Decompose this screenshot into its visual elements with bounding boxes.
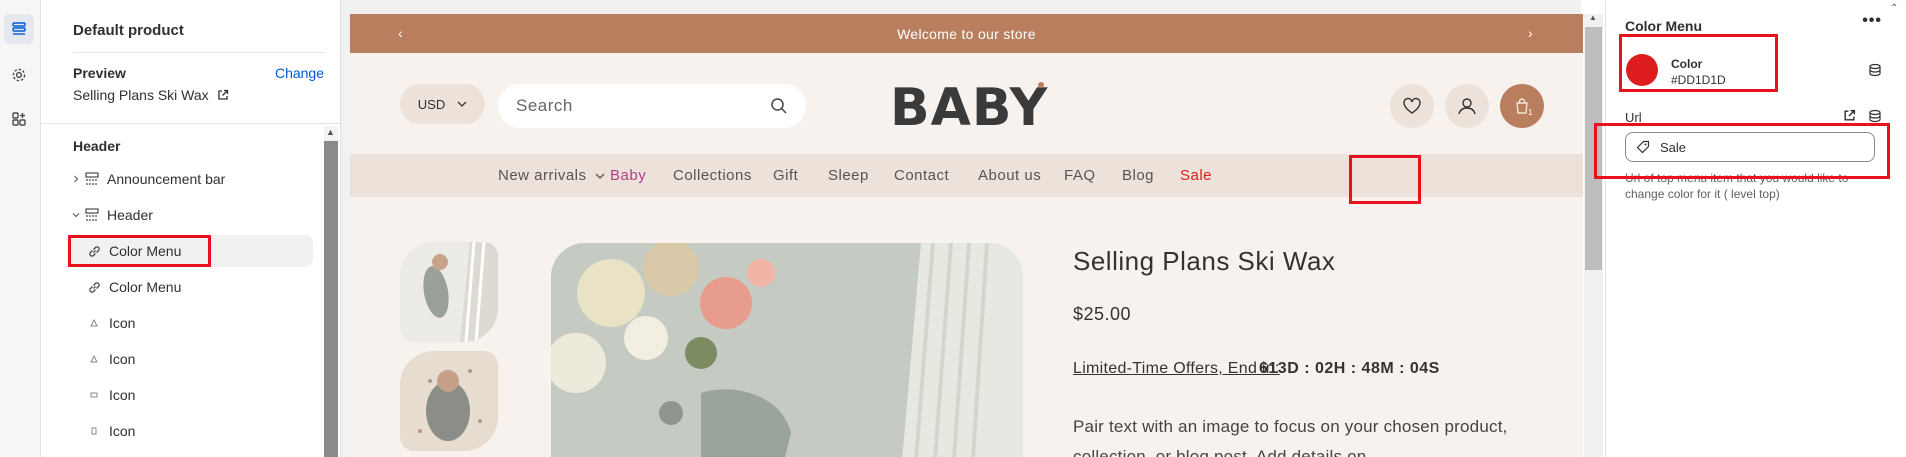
chevron-left-icon[interactable]: ‹ [398, 25, 403, 41]
preview-product[interactable]: Selling Plans Ski Wax [73, 87, 229, 103]
block-icon [85, 354, 103, 364]
scroll-up-arrow-icon[interactable]: ⌃ [1890, 3, 1898, 14]
search-icon[interactable] [770, 97, 788, 115]
highlight-box [1349, 155, 1421, 204]
offer-countdown-label: Limited-Time Offers, End in: [1073, 360, 1280, 377]
sidebar-item-color-menu[interactable]: Color Menu [69, 271, 313, 303]
sidebar-scrollbar-thumb[interactable] [324, 141, 338, 457]
change-link[interactable]: Change [275, 65, 324, 81]
chevron-right-icon[interactable] [69, 175, 83, 183]
user-icon [1458, 98, 1476, 115]
nav-item-new-arrivals[interactable]: New arrivals [498, 167, 605, 184]
logo-dot [1038, 82, 1044, 88]
template-title: Default product [73, 22, 184, 39]
scroll-up-arrow-icon[interactable]: ▲ [326, 127, 335, 137]
search-placeholder: Search [516, 96, 573, 115]
store-logo[interactable]: BABY [890, 78, 1048, 138]
heart-icon [1403, 97, 1421, 114]
external-link-icon [218, 89, 228, 100]
nav-item-collections[interactable]: Collections [673, 167, 752, 184]
sidebar-item-label: Icon [109, 423, 136, 439]
nav-item-faq[interactable]: FAQ [1064, 167, 1096, 184]
nav-item-sale[interactable]: Sale [1180, 167, 1212, 184]
divider [73, 52, 324, 53]
sections-icon[interactable] [4, 14, 34, 44]
product-price: $25.00 [1073, 304, 1132, 324]
nav-item-sleep[interactable]: Sleep [828, 167, 869, 184]
offer-countdown-timer: 613D : 02H : 48M : 04S [1259, 360, 1440, 377]
sidebar-item-announcement-bar[interactable]: Announcement bar [69, 163, 313, 195]
more-options-icon[interactable]: ••• [1862, 12, 1882, 30]
block-icon [85, 390, 103, 400]
nav-item-label: New arrivals [498, 167, 587, 184]
nav-item-blog[interactable]: Blog [1122, 167, 1154, 184]
sidebar-item-header[interactable]: Header [69, 199, 313, 231]
sidebar-item-label: Header [107, 207, 153, 223]
scroll-up-arrow-icon[interactable]: ▲ [1589, 13, 1597, 22]
highlight-box [1619, 34, 1778, 92]
nav-item-baby[interactable]: Baby [610, 167, 646, 184]
account-button[interactable] [1445, 84, 1489, 128]
chevron-right-icon[interactable]: › [1528, 25, 1533, 41]
cart-button[interactable]: 1 [1500, 84, 1544, 128]
storefront: Welcome to our store ‹ › USD Search BABY [350, 14, 1583, 457]
wishlist-button[interactable] [1390, 84, 1434, 128]
sidebar-item-icon[interactable]: Icon [69, 415, 313, 447]
block-icon [85, 318, 103, 328]
product-description: Pair text with an image to focus on your… [1073, 417, 1508, 457]
announcement-bar: Welcome to our store [350, 14, 1583, 53]
sidebar-item-label: Icon [109, 387, 136, 403]
sidebar-item-label: Color Menu [109, 279, 182, 295]
nav-item-contact[interactable]: Contact [894, 167, 949, 184]
sidebar-item-icon[interactable]: Icon [69, 307, 313, 339]
highlight-box [68, 235, 211, 267]
apps-icon[interactable] [4, 104, 34, 134]
store-search-input[interactable]: Search [498, 84, 806, 128]
chevron-down-icon [595, 173, 604, 179]
cart-count: 1 [1528, 108, 1533, 117]
header-group-label: Header [73, 138, 121, 154]
product-main-image[interactable] [551, 243, 1023, 457]
icon-rail [0, 0, 41, 457]
nav-item-about-us[interactable]: About us [978, 167, 1041, 184]
announcement-text: Welcome to our store [897, 25, 1036, 42]
sidebar-item-label: Announcement bar [107, 171, 226, 187]
preview-label: Preview [73, 65, 126, 81]
preview-product-label: Selling Plans Ski Wax [73, 87, 209, 103]
chevron-down-icon[interactable] [69, 211, 83, 219]
link-icon [85, 281, 103, 294]
section-icon [83, 208, 101, 222]
currency-value: USD [417, 96, 446, 112]
block-icon [85, 426, 103, 436]
currency-selector[interactable]: USD [400, 84, 485, 124]
product-title: Selling Plans Ski Wax [1073, 246, 1336, 276]
sidebar-item-label: Icon [109, 315, 136, 331]
sidebar-item-icon[interactable]: Icon [69, 379, 313, 411]
sidebar-item-label: Icon [109, 351, 136, 367]
sidebar-item-icon[interactable]: Icon [69, 343, 313, 375]
settings-icon[interactable] [4, 60, 34, 90]
theme-editor: Default product Preview Change Selling P… [0, 0, 1906, 457]
panel-title: Color Menu [1625, 18, 1702, 34]
section-icon [83, 172, 101, 186]
chevron-down-icon [457, 101, 467, 107]
sections-sidebar: Default product Preview Change Selling P… [41, 0, 341, 457]
product-thumbnail[interactable] [400, 351, 498, 451]
highlight-box [1594, 123, 1890, 179]
store-preview: Welcome to our store ‹ › USD Search BABY [341, 0, 1603, 457]
product-thumbnail[interactable] [400, 242, 498, 342]
nav-item-gift[interactable]: Gift [773, 167, 798, 184]
dynamic-source-icon[interactable] [1868, 63, 1882, 82]
divider [41, 123, 340, 124]
